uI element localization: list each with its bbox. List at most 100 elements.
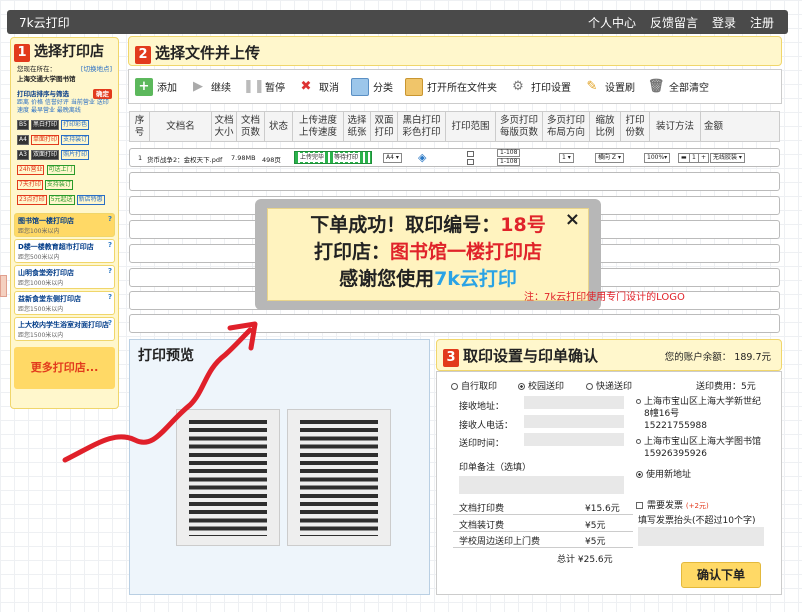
sort-confirm-button[interactable]: 确定 [93,89,112,99]
add-label: 添加 [157,83,177,94]
scale-value: 100% [647,154,665,161]
info-icon[interactable]: ? [108,293,112,301]
filter-delivery[interactable]: 可送上门 [46,165,75,175]
current-location: 上海交通大学图书馆 [17,75,76,83]
filter-double[interactable]: 双面打印 [31,150,60,160]
open-folder-button[interactable]: 打开所在文件夹 [405,77,497,96]
duplex-icon[interactable]: ◈ [418,151,426,164]
address2-phone: 15926395926 [644,449,707,459]
sort-price[interactable]: 价格 [31,99,43,106]
paper-select[interactable]: A4 ▾ [383,153,402,163]
remark-input[interactable] [459,476,624,494]
col-direction: 多页打印 布局方向 [543,112,590,141]
range-from-input[interactable]: 1-108 [497,149,521,157]
copies-plus[interactable]: + [698,153,710,163]
bw-checkbox[interactable] [467,151,474,157]
per-sheet-select[interactable]: 1 ▾ [559,153,574,163]
confirm-order-button[interactable]: 确认下单 [681,562,761,588]
empty-file-row [129,172,780,191]
add-button[interactable]: + 添加 [135,77,177,96]
store-name: D楼一楼教育超市打印店 [18,243,94,251]
filter-7day[interactable]: 7天打印 [17,180,43,190]
cancel-button[interactable]: ✖ 取消 [297,78,339,96]
scale-select[interactable]: 100%▾ [644,153,671,163]
saved-address-2[interactable]: 上海市宝山区上海大学图书馆 15926395926 [636,436,761,460]
info-icon[interactable]: ? [108,267,112,275]
pause-icon: ❚❚ [243,78,265,94]
filter-single[interactable]: 单面打印 [31,135,60,145]
classify-button[interactable]: 分类 [351,77,393,96]
print-settings-button[interactable]: ⚙ 打印设置 [509,78,571,96]
invoice-head-input[interactable] [638,527,764,546]
store-item[interactable]: D楼一楼教育超市打印店 距您500米以内? [14,239,115,263]
store-distance: 距您1000米以内 [18,280,64,287]
nav-login[interactable]: 登录 [712,14,736,31]
sort-distance[interactable]: 距离 [17,99,29,106]
side-tab[interactable] [0,275,7,297]
invoice-label: 需要发票 [647,501,684,511]
pickup-express[interactable]: 快递送印 [586,379,632,392]
brand-logo[interactable]: 7k云打印 [19,14,70,31]
file-row[interactable]: 1 货币战争2：金权天下.pdf 7.98MB 498页 上传完毕 等待打印 A… [129,148,780,167]
clear-all-button[interactable]: 🗑 全部清空 [647,78,709,96]
filter-bw[interactable]: 黑白打印 [31,120,60,130]
brush-icon: ✎ [586,78,598,94]
step2-title: 选择文件并上传 [155,44,261,62]
range-to-input[interactable]: 1-108 [497,158,521,166]
cost-binding-label: 文档装订费 [459,521,505,531]
sort-open-now[interactable]: 当前营业 [71,99,95,106]
filter-24h[interactable]: 24h营业 [17,165,45,175]
radio-icon [636,439,641,444]
store-item[interactable]: 山明食堂旁打印店 距您1000米以内? [14,265,115,289]
pickup-campus[interactable]: 校园送印 [518,379,564,392]
balance-label: 您的账户余额： [664,352,732,363]
paper-size-a3[interactable]: A3 [17,150,29,160]
col-binding: 装订方法 [650,112,701,141]
filter-binding[interactable]: 支持装订 [61,135,90,145]
upload-toolbar: + 添加 ▶ 继续 ❚❚ 暂停 ✖ 取消 分类 打开所在文件夹 ⚙ 打印设置 ✎ 设置刷 🗑… [128,69,782,104]
filter-binding-2[interactable]: 支持装订 [44,180,73,190]
nav-register[interactable]: 注册 [750,14,774,31]
nav-feedback[interactable]: 反馈留言 [650,14,698,31]
phone-input[interactable] [524,415,624,428]
direction-select[interactable]: 横向 Z ▾ [595,153,624,163]
format-brush-button[interactable]: ✎ 设置刷 [583,78,635,96]
sort-filter-label: 打印店排序与筛选 [17,90,69,98]
address1-line1: 上海市宝山区上海大学新世纪 [644,397,762,407]
upload-status: 上传完毕 [299,153,326,162]
filter-color[interactable]: 打印彩色 [61,120,90,130]
use-new-address[interactable]: 使用新地址 [636,467,691,480]
address-input[interactable] [524,396,624,409]
nav-user-center[interactable]: 个人中心 [588,14,636,31]
saved-address-1[interactable]: 上海市宝山区上海大学新世纪 8幢16号 15221755988 [636,396,761,432]
invoice-option[interactable]: 需要发票 (+2元) [636,498,709,511]
pause-button[interactable]: ❚❚ 暂停 [243,78,285,96]
color-checkbox[interactable] [467,159,474,165]
info-icon[interactable]: ? [108,241,112,249]
filter-photo[interactable]: 照片打印 [61,150,90,160]
filter-new-store[interactable]: 新店特惠 [76,195,105,205]
direction-value: 横向 [598,154,611,161]
paper-size-b5[interactable]: B5 [17,120,29,130]
binding-select[interactable]: 无线胶装 ▾ [710,153,745,163]
paper-value: A4 [386,154,394,161]
switch-location-link[interactable]: [切换地点] [81,64,112,74]
info-icon[interactable]: ? [108,215,112,223]
continue-button[interactable]: ▶ 继续 [189,78,231,96]
close-icon[interactable]: × [565,209,580,230]
cost-print-value: ¥15.6元 [585,504,620,514]
radio-icon [636,399,641,404]
location-label: 您现在所在： [17,65,56,73]
store-name: 益新食堂东侧打印店 [18,295,81,303]
play-icon: ▶ [193,78,203,94]
sort-rating[interactable]: 信誉好评 [45,99,69,106]
sort-earliest[interactable]: 最早营业 [31,107,55,114]
filter-23h[interactable]: 23点打印 [17,195,47,205]
filter-5yuan[interactable]: 5元起送 [48,195,75,205]
sort-latest[interactable]: 最晚离线 [57,107,81,114]
pickup-self[interactable]: 自行取印 [451,379,497,392]
paper-size-a4[interactable]: A4 [17,135,29,145]
copies-minus[interactable]: ▬ [678,153,690,163]
store-item[interactable]: 图书馆一楼打印店 距您100米以内? [14,213,115,237]
time-input[interactable] [524,433,624,446]
